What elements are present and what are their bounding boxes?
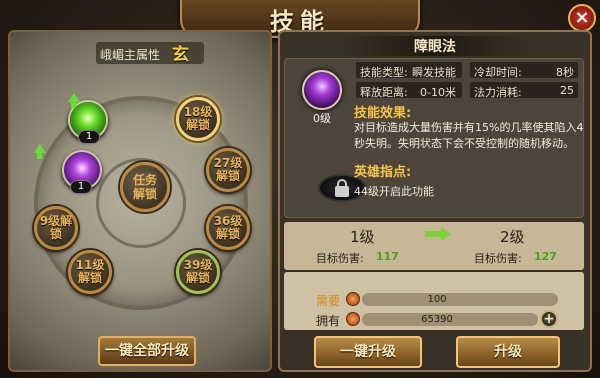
copper-coin-icon [346,312,360,326]
upgrade-all-button[interactable]: 一键全部升级 [98,336,196,366]
skill-level-badge: 1 [78,130,100,144]
upgrade-arrow-stem-icon [37,153,42,159]
center-skill-node[interactable]: 任务 解锁 [120,162,170,212]
center-node-label: 任务 解锁 [132,173,157,201]
effect-heading: 技能效果: [354,106,412,121]
skill-node-36[interactable]: 36级 解锁 [206,206,250,250]
level-arrow-head-icon [441,227,451,241]
node-label: 39级 解锁 [183,258,213,285]
have-value: 65390 [421,314,453,325]
skill-name: 障眼法 [414,39,456,55]
attribute-value: 玄 [172,45,189,65]
range-label: 释放距离: [360,86,408,99]
damage-label-current: 目标伤害: [316,252,364,265]
current-level: 1级 [350,228,375,246]
type-value: 瞬发技能 [412,66,456,79]
skill-node-39[interactable]: 39级 解锁 [176,250,220,294]
upgrade-arrow-stem-icon [71,102,76,108]
next-level: 2级 [500,228,525,246]
node-label: 11级 解锁 [75,258,105,285]
upgrade-arrow-icon [68,93,80,102]
cooldown-label: 冷却时间: [474,66,522,79]
skill-level: 0级 [313,112,331,125]
skill-level-badge: 1 [70,180,92,194]
mana-label: 法力消耗: [474,86,522,99]
need-value: 100 [427,294,447,305]
upgrade-arrow-icon [34,144,46,153]
have-label: 拥有 [316,314,341,328]
skill-node-9[interactable]: 9级解 锁 [34,206,78,250]
damage-label-next: 目标伤害: [474,252,522,265]
skill-node-18[interactable]: 18级 解锁 [176,97,220,141]
node-label: 36级 解锁 [213,214,243,241]
hero-tip-text: 44级开启此功能 [354,185,434,198]
skill-window: 技能 × 峨嵋主属性 玄 任务 解锁 18级 解锁 27级 解锁 36级 解锁 … [0,0,600,378]
upgrade-button[interactable]: 升级 [456,336,560,368]
type-label: 技能类型: [360,66,408,79]
node-label: 27级 解锁 [213,156,243,183]
hero-tip-heading: 英雄指点: [354,165,412,180]
lock-icon [335,186,349,197]
add-currency-button[interactable]: + [540,310,558,328]
attribute-label: 峨嵋主属性 [100,48,161,62]
effect-description: 对目标造成大量伤害并有15%的几率使其陷入4秒失明。失明状态下会不受控制的随机移… [354,121,584,150]
node-label: 18级 解锁 [183,105,213,132]
upgrade-once-button[interactable]: 一键升级 [314,336,422,368]
selected-skill-icon [302,70,342,110]
cooldown-value: 8秒 [556,66,574,79]
range-value: 0-10米 [420,86,456,99]
mana-value: 25 [560,84,574,97]
close-button[interactable]: × [568,4,596,32]
skill-node-11[interactable]: 11级 解锁 [68,250,112,294]
node-label: 9级解 锁 [39,214,73,241]
damage-next: 127 [534,250,557,263]
copper-coin-icon [346,292,360,306]
damage-current: 117 [376,250,399,263]
need-label: 需要 [316,294,341,308]
skill-node-27[interactable]: 27级 解锁 [206,148,250,192]
